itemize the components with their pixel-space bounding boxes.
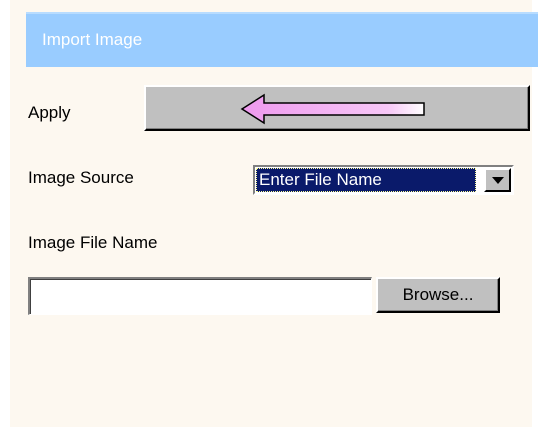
- image-file-name-input[interactable]: [28, 277, 372, 315]
- dropdown-button[interactable]: [484, 168, 511, 192]
- panel-title: Import Image: [42, 30, 143, 49]
- image-file-name-label: Image File Name: [28, 233, 158, 252]
- panel-left-border: [0, 0, 10, 427]
- arrow-left-icon: [240, 93, 425, 125]
- browse-button[interactable]: Browse...: [376, 277, 500, 313]
- image-source-label: Image Source: [28, 168, 134, 187]
- apply-button[interactable]: [144, 85, 530, 131]
- image-source-select[interactable]: Enter File Name: [253, 165, 514, 195]
- apply-label: Apply: [28, 103, 71, 122]
- image-source-selected-value: Enter File Name: [256, 168, 476, 192]
- chevron-down-icon: [492, 177, 504, 184]
- import-image-panel: Import Image Apply Image Source Enter Fi…: [0, 0, 538, 427]
